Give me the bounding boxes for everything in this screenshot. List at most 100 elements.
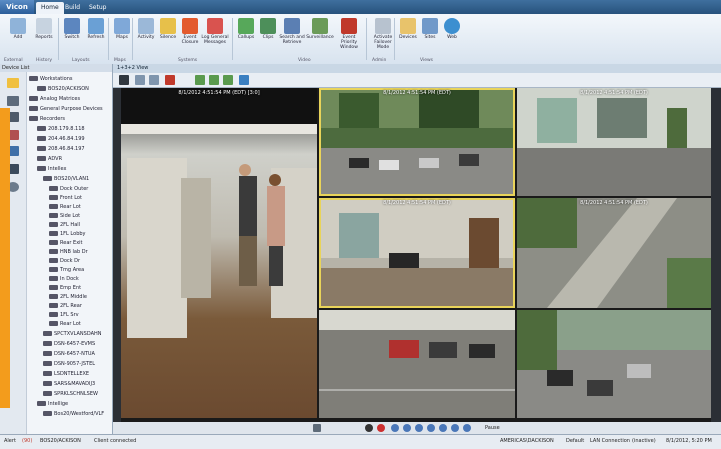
tab-build[interactable]: Build — [60, 2, 85, 14]
status-mode: Default — [566, 438, 585, 444]
stop-icon[interactable] — [377, 424, 385, 432]
tree-item[interactable]: General Purpose Devices — [29, 104, 103, 114]
tree-item[interactable]: 208.179.8.118 — [37, 124, 85, 134]
event-priority-button[interactable]: Event Priority Window — [334, 16, 364, 62]
event-closure-button[interactable]: Event Closure — [178, 16, 202, 62]
monitor-icon[interactable] — [239, 75, 249, 85]
camera-tile[interactable]: 8/1/2012 4:51:54 PM (EDT) — [517, 88, 711, 196]
play-icon[interactable] — [415, 424, 423, 432]
record-icon[interactable] — [365, 424, 373, 432]
camera-icon[interactable] — [209, 75, 219, 85]
callup-icon — [238, 18, 254, 34]
rewind-icon[interactable] — [391, 424, 399, 432]
tree-item[interactable]: Rear Lot — [49, 319, 81, 329]
app-menu-button[interactable]: Vicon — [0, 0, 34, 14]
tree-item[interactable]: LSDNTELLEXE — [43, 369, 89, 379]
tree-item[interactable]: SARS&MAVADIJ3 — [43, 379, 95, 389]
tree-item[interactable]: DSN-6457-EVMS — [43, 339, 95, 349]
camera-tile[interactable]: 8/1/2012 4:51:54 PM (EDT) [3:0] — [121, 88, 317, 418]
recorder-icon — [29, 116, 38, 121]
alert-label[interactable]: Alert — [4, 435, 16, 448]
tree-item[interactable]: SPRKLSCHNLSEW — [43, 389, 98, 399]
switch-button[interactable]: Switch — [60, 16, 84, 62]
recorder-icon — [43, 391, 52, 396]
recorder-icon — [43, 351, 52, 356]
tree-item-label: Rear Exit — [60, 240, 83, 246]
camera-icon — [49, 213, 58, 218]
tree-item-label: Dock Outer — [60, 186, 89, 192]
tree-item[interactable]: 204.46.84.199 — [37, 134, 85, 144]
camera-tile[interactable]: 8/1/2012 4:51:54 PM (EDT) — [319, 198, 515, 308]
tree-item[interactable]: Analog Matrices — [29, 94, 80, 104]
tree-item[interactable]: DSN-6457-NTUA — [43, 349, 95, 359]
tree-item[interactable]: ADVR — [37, 154, 62, 164]
camera-icon[interactable] — [313, 424, 321, 432]
sites-button[interactable]: Sites — [418, 16, 442, 62]
camera-icon — [312, 18, 328, 34]
devices-button[interactable]: Devices — [396, 16, 420, 62]
camera-icon — [49, 258, 58, 263]
recorder-icon — [43, 381, 52, 386]
camera-tile[interactable]: 8/1/2012 4:51:54 PM (EDT) — [319, 88, 515, 196]
group-admin: Admin — [372, 58, 387, 63]
step-back-icon[interactable] — [403, 424, 411, 432]
activity-label: Activity — [137, 35, 155, 40]
reports-label: Reports — [35, 35, 53, 40]
fast-forward-icon[interactable] — [439, 424, 447, 432]
camera-icon[interactable] — [223, 75, 233, 85]
activity-icon — [138, 18, 154, 34]
status-client: Client connected — [94, 438, 137, 444]
pause-button[interactable]: Pause — [485, 423, 500, 433]
callups-label: Callups — [237, 35, 255, 40]
web-button[interactable]: Web — [440, 16, 464, 62]
film-icon — [260, 18, 276, 34]
reports-button[interactable]: Reports — [32, 16, 56, 62]
tree-item[interactable]: Intellex — [37, 164, 66, 174]
lightning-icon — [182, 18, 198, 34]
log-messages-button[interactable]: Log General Messages — [200, 16, 230, 62]
folder-icon[interactable] — [7, 78, 19, 88]
camera-tile[interactable] — [319, 310, 515, 418]
save-icon[interactable] — [149, 75, 159, 85]
camera-tile[interactable] — [517, 310, 711, 418]
ribbon: Add Reports Switch Refresh Maps Activity… — [0, 14, 721, 65]
skip-icon[interactable] — [451, 424, 459, 432]
tree-item[interactable]: SPCTXVLANSDAHN — [43, 329, 102, 339]
step-forward-icon[interactable] — [427, 424, 435, 432]
tree-item-label: 2FL Middle — [60, 294, 87, 300]
alert-count: (90) — [22, 438, 33, 444]
recorder-icon — [37, 136, 46, 141]
camera-icon[interactable] — [195, 75, 205, 85]
add-button[interactable]: Add — [6, 16, 30, 62]
maps-button[interactable]: Maps — [110, 16, 134, 62]
tree-item-label: Recorders — [40, 116, 66, 122]
status-user: BOS20/ACKISON — [40, 438, 81, 444]
surveillance-button[interactable]: Surveillance — [306, 16, 334, 62]
clips-button[interactable]: Clips — [256, 16, 280, 62]
tree-item-label: Intellex — [48, 166, 67, 172]
silence-button[interactable]: Silence — [156, 16, 180, 62]
camera-tile[interactable]: 8/1/2012 4:51:54 PM (EDT) — [517, 198, 711, 308]
refresh-button[interactable]: Refresh — [84, 16, 108, 62]
tree-item[interactable]: Bos20/Westford/VLF — [43, 409, 104, 419]
search-retrieve-button[interactable]: Search and Retrieve — [278, 16, 306, 62]
callups-button[interactable]: Callups — [234, 16, 258, 62]
tree-item[interactable]: BOS20/ACKISON — [37, 84, 89, 94]
tree-item[interactable]: 208.46.84.197 — [37, 144, 85, 154]
failover-icon — [375, 18, 391, 34]
live-icon[interactable] — [463, 424, 471, 432]
camera-icon — [49, 222, 58, 227]
tab-view[interactable]: 1+3+2 View — [117, 64, 148, 73]
tree-item[interactable]: BOS20/VLAN1 — [43, 174, 89, 184]
tree-item[interactable]: Intellige — [37, 399, 68, 409]
print-icon[interactable] — [135, 75, 145, 85]
tab-setup[interactable]: Setup — [84, 2, 111, 14]
layout-icon[interactable] — [119, 75, 129, 85]
tree-item[interactable]: Recorders — [29, 114, 65, 124]
tree-item[interactable]: DSN-9057-JSTEL — [43, 359, 95, 369]
grid-icon[interactable] — [7, 96, 19, 106]
tree-item[interactable]: Workstations — [29, 74, 72, 84]
activity-button[interactable]: Activity — [134, 16, 158, 62]
video-view-area: 1+3+2 View 8/1/2012 4:51:54 PM (EDT) [3:… — [113, 64, 721, 434]
zoom-icon[interactable] — [165, 75, 175, 85]
